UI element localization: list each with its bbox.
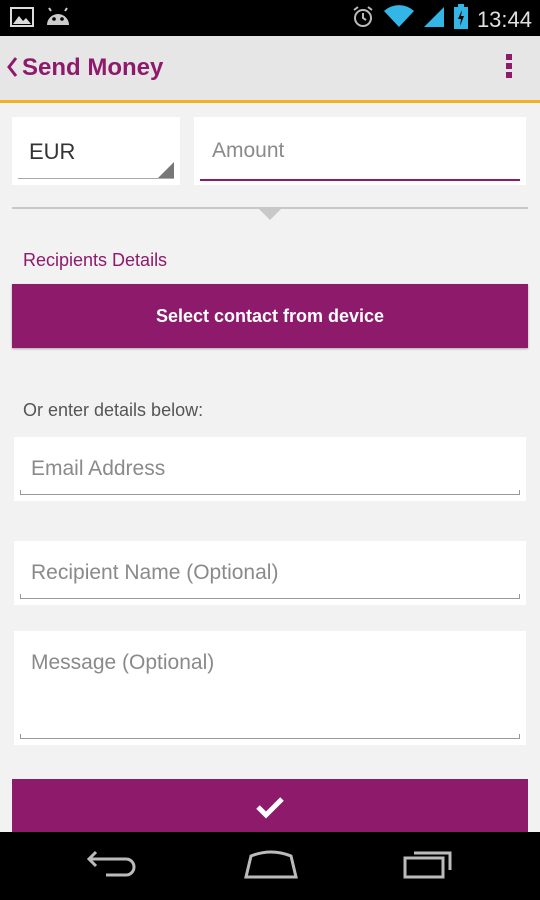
image-icon	[10, 7, 34, 32]
amount-placeholder: Amount	[212, 139, 285, 162]
message-underline-tick	[20, 734, 21, 739]
alarm-icon	[351, 5, 375, 34]
recents-icon[interactable]	[402, 846, 456, 885]
email-underline-tick	[20, 490, 21, 495]
name-underline	[20, 598, 520, 599]
action-bar: Send Money	[0, 36, 540, 103]
message-underline	[20, 738, 520, 739]
name-underline-tick	[20, 594, 21, 599]
currency-spinner[interactable]: EUR	[12, 117, 180, 185]
or-enter-details-label: Or enter details below:	[23, 400, 204, 420]
signal-icon	[423, 5, 445, 34]
spinner-underline	[18, 178, 174, 179]
back-chevron-icon[interactable]	[6, 56, 18, 83]
overflow-menu-icon[interactable]	[504, 54, 514, 82]
recipients-details-label: Recipients Details	[23, 250, 168, 270]
email-underline-tick	[519, 490, 520, 495]
amount-underline	[200, 179, 520, 181]
select-contact-button[interactable]: Select contact from device	[12, 284, 528, 348]
navigation-bar	[0, 832, 540, 900]
email-field[interactable]: Email Address	[14, 437, 526, 501]
status-bar: 13:44	[0, 0, 540, 36]
email-placeholder: Email Address	[31, 457, 166, 480]
message-underline-tick	[519, 734, 520, 739]
recipient-name-placeholder: Recipient Name (Optional)	[31, 561, 279, 584]
send-money-form: EUR Amount Recipients Details Select con…	[0, 103, 540, 839]
page-title[interactable]: Send Money	[22, 54, 163, 82]
checkmark-icon	[255, 795, 285, 824]
currency-value: EUR	[29, 139, 76, 164]
android-icon	[44, 7, 72, 32]
home-icon[interactable]	[243, 846, 299, 885]
status-time: 13:44	[476, 6, 532, 32]
spinner-arrow-icon	[158, 162, 174, 178]
message-placeholder: Message (Optional)	[31, 651, 215, 674]
email-underline	[20, 494, 520, 495]
message-field[interactable]: Message (Optional)	[14, 631, 526, 745]
back-icon[interactable]	[86, 846, 138, 885]
divider-arrow-icon	[258, 208, 282, 220]
recipient-name-field[interactable]: Recipient Name (Optional)	[14, 541, 526, 605]
battery-icon	[453, 4, 469, 35]
wifi-icon	[383, 5, 415, 34]
name-underline-tick	[519, 594, 520, 599]
submit-button[interactable]	[12, 779, 528, 839]
amount-input[interactable]: Amount	[194, 117, 526, 185]
